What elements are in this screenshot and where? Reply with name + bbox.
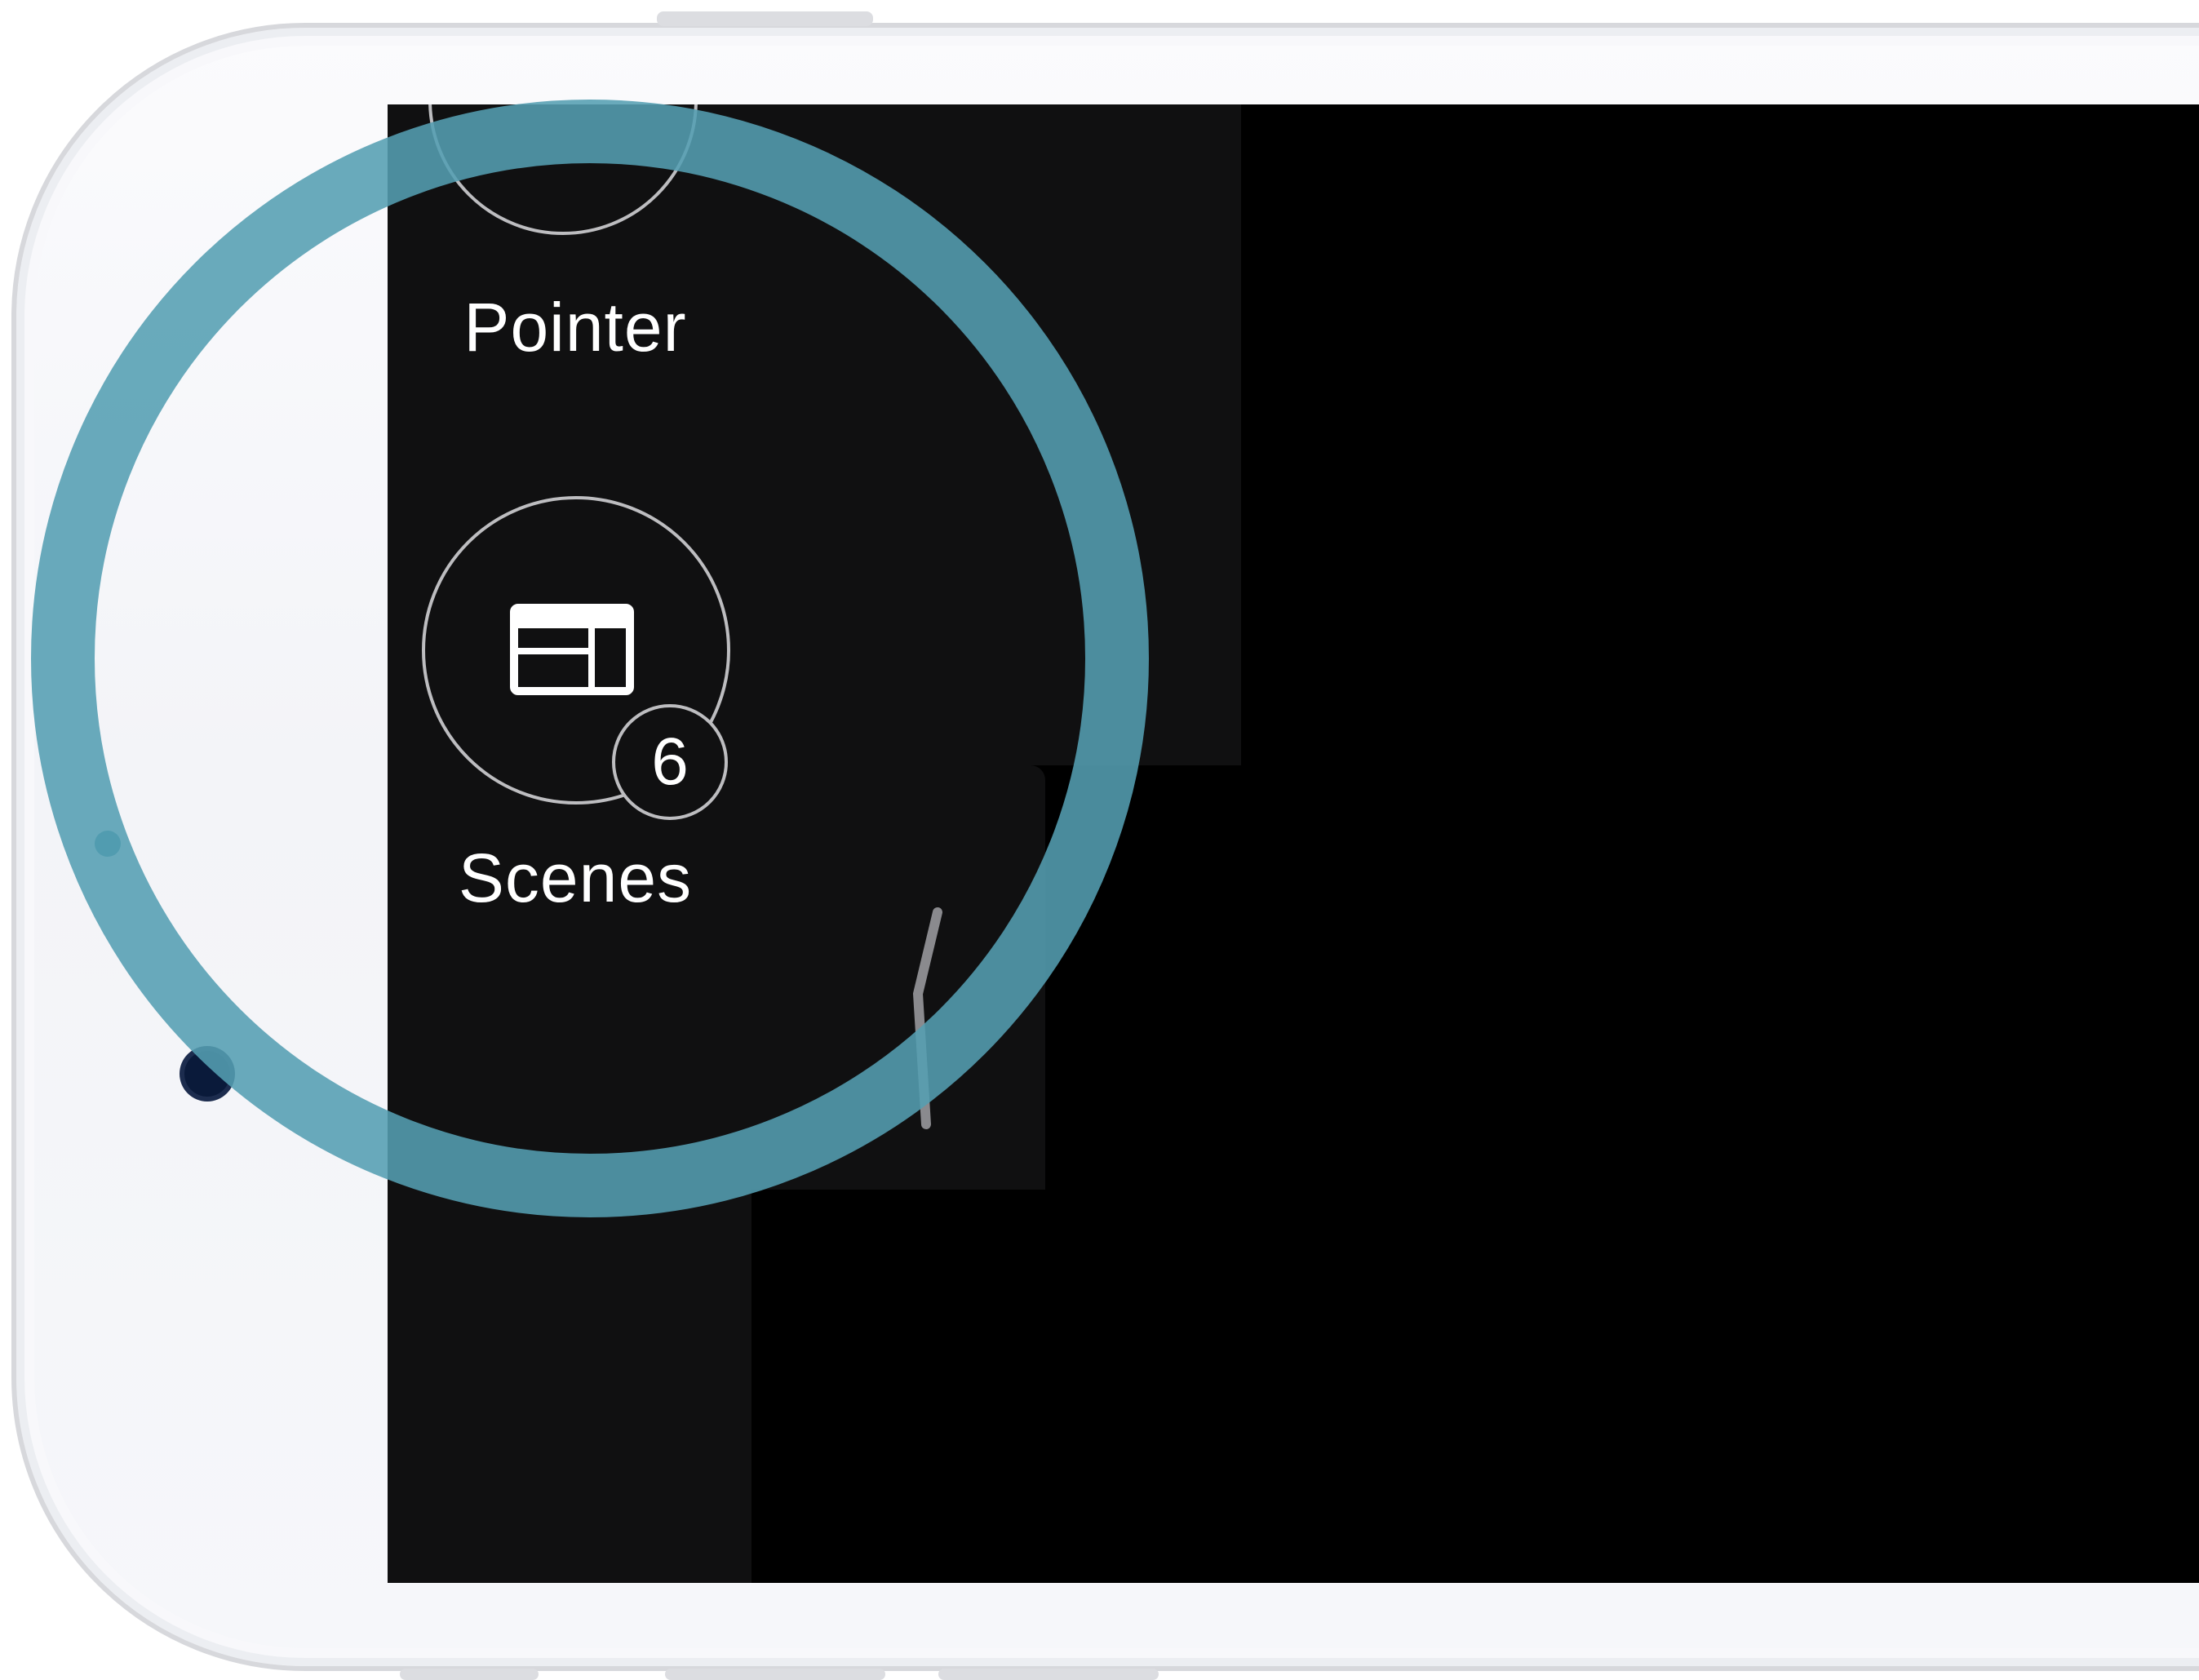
scenes-icon-column — [588, 628, 595, 687]
side-button-bottom-1 — [400, 1669, 539, 1680]
control-panel-notch — [751, 765, 1045, 1190]
drag-handle-icon[interactable] — [910, 904, 942, 1133]
side-button-bottom-3 — [938, 1669, 1159, 1680]
sensor-dot — [95, 831, 121, 857]
scenes-count-badge: 6 — [612, 704, 728, 820]
scenes-icon-bar — [518, 612, 626, 628]
scenes-layout-icon — [510, 604, 634, 695]
volume-button — [657, 11, 873, 26]
side-button-bottom-2 — [665, 1669, 885, 1680]
screen: Pointer 6 Scenes — [388, 104, 2199, 1583]
scenes-label: Scenes — [458, 840, 693, 916]
scenes-icon-divider — [518, 648, 588, 654]
control-panel-extension — [751, 104, 1241, 765]
pointer-label: Pointer — [463, 289, 687, 366]
camera-lens — [184, 1051, 230, 1097]
device-stage: Pointer 6 Scenes — [0, 0, 2199, 1680]
